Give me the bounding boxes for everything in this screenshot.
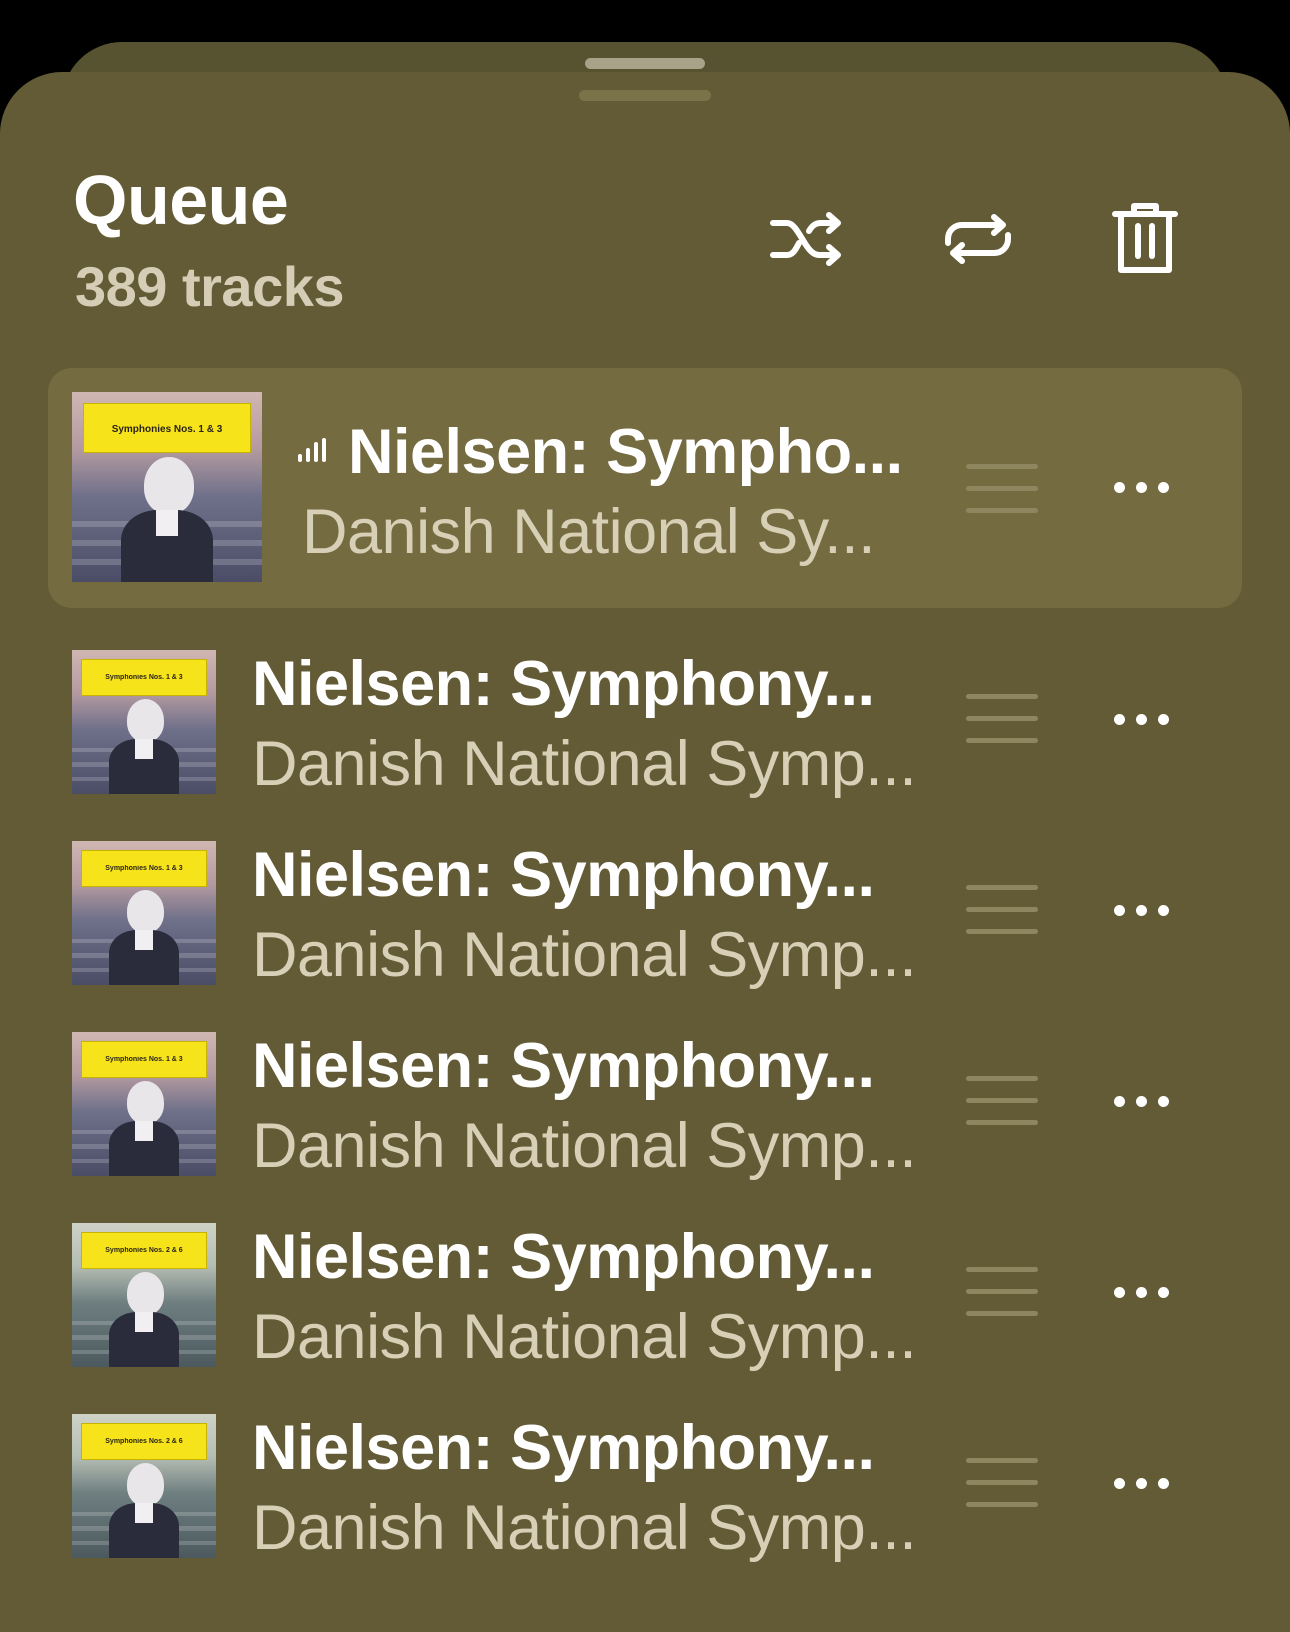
album-art: Symphonies Nos. 1 & 3	[72, 841, 216, 985]
repeat-icon	[945, 214, 1011, 264]
more-options-button[interactable]	[1108, 468, 1178, 508]
more-options-button[interactable]	[1108, 1082, 1178, 1122]
ellipsis-dot	[1136, 714, 1147, 725]
page-title: Queue	[73, 161, 289, 239]
track-artist: Danish National Symp...	[252, 920, 917, 990]
track-artist: Danish National Symp...	[252, 729, 917, 799]
track-artist: Danish National Symp...	[252, 1493, 917, 1563]
track-title: Nielsen: Symphony...	[252, 649, 875, 719]
shuffle-icon	[770, 212, 841, 266]
album-art-caption: Symphonies Nos. 1 & 3	[105, 865, 183, 873]
shuffle-button[interactable]	[768, 199, 848, 279]
ellipsis-dot	[1158, 1096, 1169, 1107]
track-artist: Danish National Sy...	[302, 497, 876, 567]
reorder-handle-icon[interactable]	[966, 1458, 1038, 1508]
repeat-button[interactable]	[938, 199, 1018, 279]
more-options-button[interactable]	[1108, 700, 1178, 740]
ellipsis-dot	[1136, 905, 1147, 916]
now-playing-row[interactable]: Symphonies Nos. 1 & 3 Nielsen: Sympho... D…	[48, 368, 1242, 608]
more-options-button[interactable]	[1108, 1464, 1178, 1504]
ellipsis-dot	[1136, 482, 1147, 493]
track-title: Nielsen: Symphony...	[252, 1031, 875, 1101]
reorder-handle-icon[interactable]	[966, 885, 1038, 935]
now-playing-bars-icon	[298, 432, 334, 462]
more-options-button[interactable]	[1108, 891, 1178, 931]
reorder-handle-icon[interactable]	[966, 1267, 1038, 1317]
clear-queue-button[interactable]	[1105, 199, 1185, 279]
album-art-caption: Symphonies Nos. 2 & 6	[105, 1438, 183, 1446]
ellipsis-dot	[1158, 714, 1169, 725]
ellipsis-dot	[1114, 1096, 1125, 1107]
album-art: Symphonies Nos. 1 & 3	[72, 650, 216, 794]
ellipsis-dot	[1158, 482, 1169, 493]
track-title: Nielsen: Sympho...	[348, 417, 903, 487]
more-options-button[interactable]	[1108, 1273, 1178, 1313]
album-art-caption: Symphonies Nos. 1 & 3	[111, 424, 223, 436]
album-art-caption: Symphonies Nos. 2 & 6	[105, 1247, 183, 1255]
ellipsis-dot	[1158, 1287, 1169, 1298]
album-art: Symphonies Nos. 1 & 3	[72, 1032, 216, 1176]
album-art: Symphonies Nos. 2 & 6	[72, 1414, 216, 1558]
sheet-grabber[interactable]	[579, 90, 711, 101]
track-title: Nielsen: Symphony...	[252, 1413, 875, 1483]
ellipsis-dot	[1158, 905, 1169, 916]
ellipsis-dot	[1136, 1478, 1147, 1489]
reorder-handle-icon[interactable]	[966, 1076, 1038, 1126]
reorder-handle-icon[interactable]	[966, 464, 1038, 514]
ellipsis-dot	[1114, 482, 1125, 493]
ellipsis-dot	[1136, 1287, 1147, 1298]
reorder-handle-icon[interactable]	[966, 694, 1038, 744]
album-art-caption: Symphonies Nos. 1 & 3	[105, 674, 183, 682]
album-art: Symphonies Nos. 1 & 3	[72, 392, 262, 582]
track-count: 389 tracks	[75, 255, 345, 318]
queue-row[interactable]: Symphonies Nos. 2 & 6 Nielsen: Symphony..…	[48, 1376, 1242, 1616]
ellipsis-dot	[1158, 1478, 1169, 1489]
background-sheet-grabber[interactable]	[585, 58, 705, 69]
track-title: Nielsen: Symphony...	[252, 840, 875, 910]
album-art-caption: Symphonies Nos. 1 & 3	[105, 1056, 183, 1064]
ellipsis-dot	[1114, 714, 1125, 725]
queue-sheet: Queue 389 tracks Symphonies Nos. 1 & 3 N…	[0, 72, 1290, 1632]
track-title: Nielsen: Symphony...	[252, 1222, 875, 1292]
ellipsis-dot	[1114, 1478, 1125, 1489]
ellipsis-dot	[1136, 1096, 1147, 1107]
ellipsis-dot	[1114, 1287, 1125, 1298]
trash-icon	[1112, 203, 1178, 273]
track-artist: Danish National Symp...	[252, 1111, 917, 1181]
album-art: Symphonies Nos. 2 & 6	[72, 1223, 216, 1367]
ellipsis-dot	[1114, 905, 1125, 916]
track-artist: Danish National Symp...	[252, 1302, 917, 1372]
